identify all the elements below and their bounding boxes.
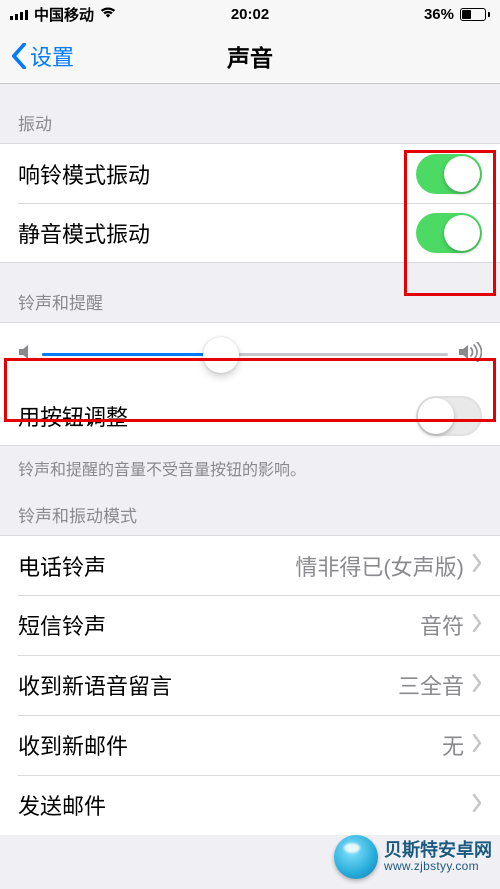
status-right: 36% [424,6,490,23]
ringer-footnote: 铃声和提醒的音量不受音量按钮的影响。 [0,446,500,484]
cellular-signal-icon [10,8,28,20]
cell-adjust-buttons: 用按钮调整 [0,386,500,446]
phone-ringtone-value: 情非得已(女声版) [295,550,464,582]
watermark: 贝斯特安卓网 www.zjbstyy.com [334,835,492,879]
new-voicemail-value: 三全音 [398,669,464,701]
carrier-label: 中国移动 [34,4,94,25]
sms-ringtone-value: 音符 [420,609,464,641]
cell-send-mail[interactable]: 发送邮件 [0,775,500,835]
silent-vibrate-toggle[interactable] [416,213,482,253]
section-header-vibration: 振动 [0,84,500,143]
adjust-buttons-toggle[interactable] [416,396,482,436]
back-label: 设置 [30,40,74,72]
cell-new-voicemail[interactable]: 收到新语音留言 三全音 [0,655,500,715]
new-voicemail-label: 收到新语音留言 [18,669,398,701]
cell-phone-ringtone[interactable]: 电话铃声 情非得已(女声版) [0,535,500,595]
watermark-logo-icon [334,835,378,879]
watermark-url: www.zjbstyy.com [384,860,492,873]
cell-ring-vibrate: 响铃模式振动 [0,143,500,203]
new-mail-label: 收到新邮件 [18,729,442,761]
silent-vibrate-label: 静音模式振动 [18,217,416,249]
back-button[interactable]: 设置 [10,40,74,72]
status-bar: 中国移动 20:02 36% [0,0,500,28]
new-mail-value: 无 [442,729,464,761]
battery-percent: 36% [424,6,454,23]
status-left: 中国移动 [10,4,116,25]
chevron-right-icon [472,734,482,757]
speaker-min-icon [18,343,32,366]
nav-bar: 设置 声音 [0,28,500,84]
chevron-right-icon [472,794,482,817]
speaker-max-icon [458,342,482,367]
volume-slider[interactable] [42,353,448,356]
phone-ringtone-label: 电话铃声 [18,550,295,582]
battery-icon [460,8,490,21]
cell-silent-vibrate: 静音模式振动 [0,203,500,263]
send-mail-label: 发送邮件 [18,789,464,821]
ring-vibrate-label: 响铃模式振动 [18,158,416,190]
section-header-ringer: 铃声和提醒 [0,263,500,322]
clock: 20:02 [231,6,269,23]
sms-ringtone-label: 短信铃声 [18,609,420,641]
chevron-right-icon [472,554,482,577]
cell-sms-ringtone[interactable]: 短信铃声 音符 [0,595,500,655]
adjust-buttons-label: 用按钮调整 [18,400,416,432]
ring-vibrate-toggle[interactable] [416,154,482,194]
wifi-icon [100,6,116,23]
watermark-title: 贝斯特安卓网 [384,841,492,860]
cell-new-mail[interactable]: 收到新邮件 无 [0,715,500,775]
cell-volume-slider [0,322,500,386]
section-header-patterns: 铃声和振动模式 [0,484,500,535]
chevron-right-icon [472,614,482,637]
page-title: 声音 [227,39,273,73]
chevron-right-icon [472,674,482,697]
